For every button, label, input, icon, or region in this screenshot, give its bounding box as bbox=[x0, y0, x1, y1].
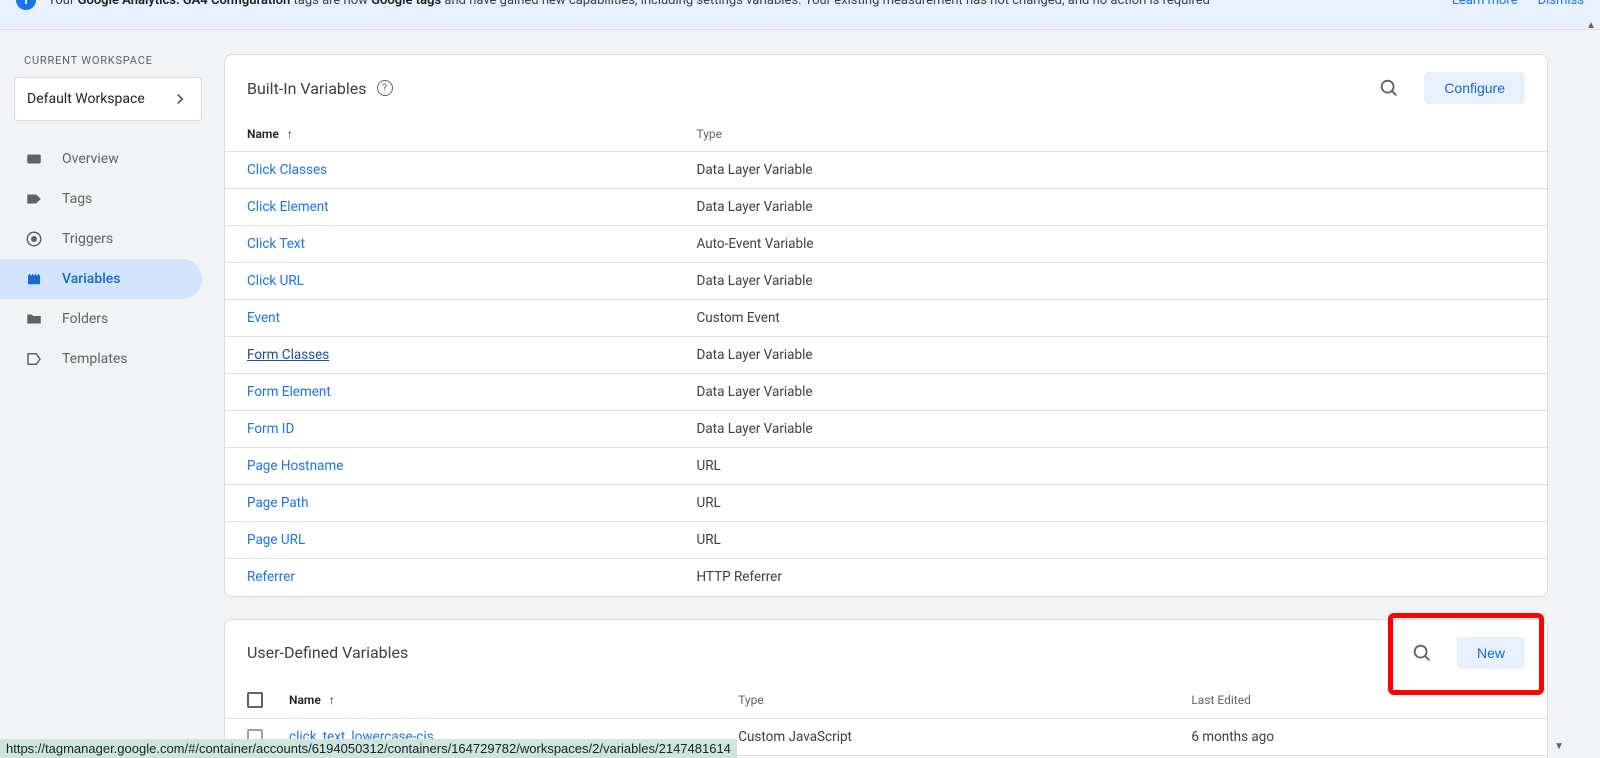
variable-type: HTTP Referrer bbox=[674, 559, 1547, 596]
builtin-variables-table: Name↑ Type Click Classes Data Layer Varia… bbox=[225, 117, 1547, 596]
ud-col-name-header[interactable]: Name↑ bbox=[285, 682, 716, 719]
table-row[interactable]: Form Element Data Layer Variable bbox=[225, 374, 1547, 411]
select-all-header[interactable] bbox=[225, 682, 285, 719]
info-icon: i bbox=[16, 0, 36, 10]
variable-type: Data Layer Variable bbox=[674, 374, 1547, 411]
table-row[interactable]: Click URL Data Layer Variable bbox=[225, 263, 1547, 300]
userdef-variables-card: User-Defined Variables New Name↑ bbox=[224, 619, 1548, 758]
sidebar: CURRENT WORKSPACE Default Workspace Over… bbox=[0, 30, 222, 758]
builtin-title: Built-In Variables bbox=[247, 79, 367, 98]
variable-type: Auto-Event Variable bbox=[674, 226, 1547, 263]
variable-link[interactable]: Event bbox=[247, 310, 280, 326]
new-variable-button[interactable]: New bbox=[1457, 637, 1525, 669]
sidebar-item-templates[interactable]: Templates bbox=[0, 339, 202, 379]
sidebar-item-overview[interactable]: Overview bbox=[0, 139, 202, 179]
ud-col-type-header[interactable]: Type bbox=[716, 682, 1169, 719]
variable-link[interactable]: Page URL bbox=[247, 532, 305, 548]
dropdown-caret-icon: ▼ bbox=[1554, 741, 1564, 752]
workspace-label: CURRENT WORKSPACE bbox=[0, 54, 222, 77]
search-builtin-button[interactable] bbox=[1372, 71, 1406, 105]
variable-type: URL bbox=[674, 485, 1547, 522]
table-row[interactable]: Referrer HTTP Referrer bbox=[225, 559, 1547, 596]
sidebar-item-variables[interactable]: Variables bbox=[0, 259, 202, 299]
variable-link[interactable]: Page Hostname bbox=[247, 458, 343, 474]
help-icon[interactable]: ? bbox=[377, 80, 393, 96]
col-type-header[interactable]: Type bbox=[674, 117, 1547, 152]
sort-asc-icon: ↑ bbox=[329, 693, 335, 707]
banner-text: Your Google Analytics: GA4 Configuration… bbox=[48, 0, 1210, 8]
workspace-selector[interactable]: Default Workspace bbox=[14, 77, 202, 121]
variable-link[interactable]: Click Text bbox=[247, 236, 305, 252]
sidebar-item-label: Triggers bbox=[62, 231, 113, 247]
col-name-header[interactable]: Name↑ bbox=[225, 117, 674, 152]
tags-icon bbox=[24, 189, 44, 209]
checkbox-icon[interactable] bbox=[247, 692, 263, 708]
variable-link[interactable]: Form ID bbox=[247, 421, 294, 437]
variable-type: Custom Event bbox=[674, 300, 1547, 337]
table-row[interactable]: Form ID Data Layer Variable bbox=[225, 411, 1547, 448]
table-row[interactable]: Page URL URL bbox=[225, 522, 1547, 559]
chevron-right-icon bbox=[171, 90, 189, 108]
templates-icon bbox=[24, 349, 44, 369]
variable-link[interactable]: Click URL bbox=[247, 273, 304, 289]
configure-button[interactable]: Configure bbox=[1424, 72, 1525, 104]
variable-type: URL bbox=[674, 522, 1547, 559]
sidebar-item-label: Overview bbox=[62, 151, 119, 167]
search-userdef-button[interactable] bbox=[1405, 636, 1439, 670]
builtin-variables-card: Built-In Variables ? Configure Name↑ bbox=[224, 54, 1548, 597]
sidebar-item-label: Tags bbox=[62, 191, 92, 207]
dismiss-link[interactable]: Dismiss bbox=[1538, 0, 1584, 8]
table-row[interactable]: Form Classes Data Layer Variable bbox=[225, 337, 1547, 374]
status-bar-url: https://tagmanager.google.com/#/containe… bbox=[0, 739, 737, 758]
variable-link[interactable]: Click Classes bbox=[247, 162, 327, 178]
table-row[interactable]: Click Element Data Layer Variable bbox=[225, 189, 1547, 226]
table-row[interactable]: Page Hostname URL bbox=[225, 448, 1547, 485]
userdef-title: User-Defined Variables bbox=[247, 643, 408, 662]
ud-col-last-header[interactable]: Last Edited bbox=[1169, 682, 1547, 719]
variable-type: Data Layer Variable bbox=[674, 337, 1547, 374]
variable-link[interactable]: Referrer bbox=[247, 569, 295, 585]
variable-link[interactable]: Form Element bbox=[247, 384, 331, 400]
variable-type: URL bbox=[674, 448, 1547, 485]
sidebar-item-label: Templates bbox=[62, 351, 128, 367]
sort-asc-icon: ↑ bbox=[287, 127, 293, 141]
variable-type: Data Layer Variable bbox=[674, 189, 1547, 226]
workspace-name: Default Workspace bbox=[27, 91, 145, 107]
variable-type: Data Layer Variable bbox=[674, 152, 1547, 189]
variable-link[interactable]: Click Element bbox=[247, 199, 329, 215]
collapse-caret-icon[interactable]: ▲ bbox=[1586, 20, 1596, 30]
info-banner: i Your Google Analytics: GA4 Configurati… bbox=[0, 0, 1600, 30]
learn-more-link[interactable]: Learn more bbox=[1452, 0, 1518, 8]
table-row[interactable]: Click Text Auto-Event Variable bbox=[225, 226, 1547, 263]
variables-icon bbox=[24, 269, 44, 289]
folders-icon bbox=[24, 309, 44, 329]
sidebar-item-triggers[interactable]: Triggers bbox=[0, 219, 202, 259]
triggers-icon bbox=[24, 229, 44, 249]
table-row[interactable]: Click Classes Data Layer Variable bbox=[225, 152, 1547, 189]
sidebar-item-label: Folders bbox=[62, 311, 108, 327]
sidebar-item-folders[interactable]: Folders bbox=[0, 299, 202, 339]
variable-type: Custom JavaScript bbox=[716, 718, 1169, 755]
variable-type: Data Layer Variable bbox=[674, 263, 1547, 300]
variable-link[interactable]: Form Classes bbox=[247, 347, 329, 363]
variable-type: Data Layer Variable bbox=[674, 411, 1547, 448]
main-content: Built-In Variables ? Configure Name↑ bbox=[222, 30, 1600, 758]
sidebar-item-label: Variables bbox=[62, 271, 120, 287]
variable-last-edited: 6 months ago bbox=[1169, 718, 1547, 755]
table-row[interactable]: Page Path URL bbox=[225, 485, 1547, 522]
table-row[interactable]: Event Custom Event bbox=[225, 300, 1547, 337]
overview-icon bbox=[24, 149, 44, 169]
sidebar-item-tags[interactable]: Tags bbox=[0, 179, 202, 219]
variable-link[interactable]: Page Path bbox=[247, 495, 309, 511]
